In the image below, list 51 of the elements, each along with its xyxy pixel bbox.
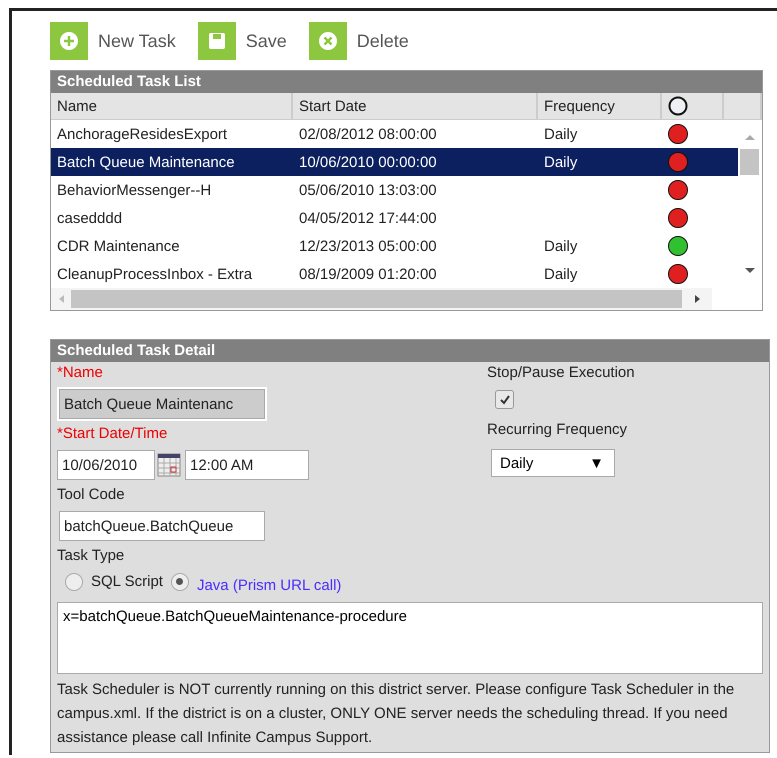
field-label: Recurring Frequency	[487, 421, 628, 440]
notice-text: Task Scheduler is NOT currently running on this district server. Please configure Task Scheduler in the campus.xml. If the district is on a cluster, ONLY ONE server needs the scheduling thread. If you need assistance please call Infinite Campus Support.	[56, 680, 736, 748]
close-icon	[318, 31, 338, 51]
field-label: Task Type	[57, 547, 126, 566]
plus-icon	[59, 31, 79, 51]
calendar-icon[interactable]	[157, 452, 181, 478]
table-cell-text: Daily	[543, 126, 578, 142]
toolbar-button[interactable]: New Task	[50, 22, 176, 60]
table-cell-text: 02/08/2012 08:00:00	[298, 126, 438, 142]
table-cell-text: CleanupProcessInbox - Extra	[56, 266, 254, 282]
toolbar-button[interactable]: Save	[198, 22, 287, 60]
field-label: Stop/Pause Execution	[487, 364, 636, 383]
horizontal-scrollbar[interactable]	[51, 288, 712, 310]
radio-button[interactable]	[170, 572, 189, 590]
scroll-up-icon[interactable]	[744, 133, 756, 141]
tool-code-field[interactable]: batchQueue.BatchQueue	[59, 511, 265, 541]
field-label: Tool Code	[57, 486, 126, 505]
name-field[interactable]: Batch Queue Maintenanc	[59, 389, 265, 419]
radio-label: SQL Script	[91, 573, 163, 590]
table-cell-text: 04/05/2012 17:44:00	[298, 210, 438, 226]
table-cell-text: Daily	[543, 238, 578, 254]
table-cell-text: casedddd	[56, 210, 124, 226]
panel-title: Scheduled Task Detail	[51, 340, 769, 362]
scroll-down-icon[interactable]	[744, 267, 756, 275]
scroll-thumb[interactable]	[740, 149, 759, 175]
save-icon	[206, 31, 227, 51]
table-cell-text: 12/23/2013 05:00:00	[298, 238, 438, 254]
table-cell-text: Daily	[543, 266, 578, 282]
table-cell-text: 08/19/2009 01:20:00	[298, 266, 438, 282]
status-header-icon	[668, 96, 688, 116]
table-cell-text: Daily	[543, 154, 578, 170]
command-textarea[interactable]: x=batchQueue.BatchQueueMaintenance-procedure	[57, 602, 763, 674]
table-cell-text: BehaviorMessenger--H	[56, 182, 212, 198]
frequency-select[interactable]: Daily ▼	[491, 449, 615, 477]
toolbar-button[interactable]: Delete	[308, 22, 409, 60]
table-cell-text: Batch Queue Maintenance	[56, 154, 236, 170]
scroll-thumb[interactable]	[71, 290, 682, 308]
radio-label: Java (Prism URL call)	[196, 577, 342, 594]
date-field[interactable]: 10/06/2010	[57, 450, 155, 480]
checkmark-icon	[498, 394, 510, 406]
table-cell-text: 05/06/2010 13:03:00	[298, 182, 438, 198]
table-cell-text: CDR Maintenance	[56, 238, 181, 254]
field-label: *Name	[57, 364, 104, 383]
field-label: *Start Date/Time	[57, 425, 168, 444]
table-cell-text: 10/06/2010 00:00:00	[298, 154, 438, 170]
radio-button[interactable]	[65, 572, 83, 590]
panel-title: Scheduled Task List	[51, 71, 762, 93]
table-row[interactable]: Batch Queue Maintenance 10/06/2010 00:00:00 Daily	[51, 148, 738, 176]
time-field[interactable]: 12:00 AM	[185, 450, 309, 480]
table-cell-text: AnchorageResidesExport	[56, 126, 228, 142]
checkbox[interactable]	[495, 390, 514, 409]
